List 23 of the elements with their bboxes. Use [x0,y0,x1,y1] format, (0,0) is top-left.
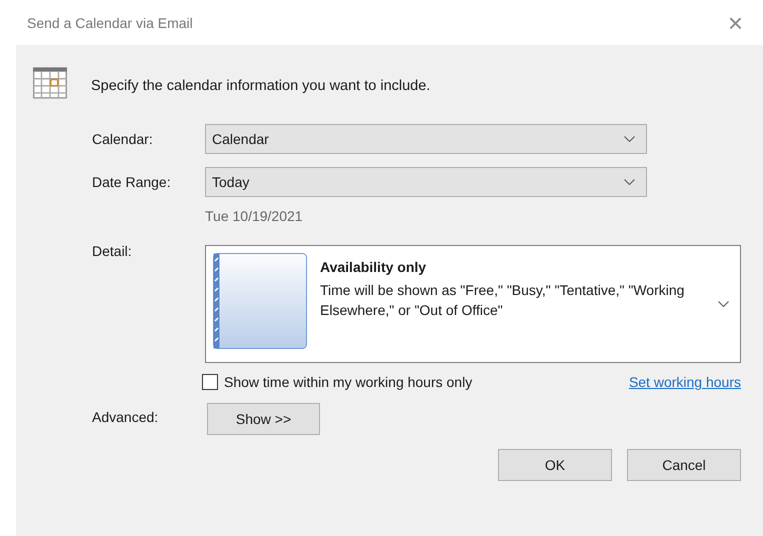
field-label: Detail: [92,243,133,259]
chevron-down-icon [624,179,635,185]
detail-title: Availability only [320,259,428,275]
close-button[interactable]: × [722,10,749,36]
cancel-button[interactable]: Cancel [627,449,741,481]
field-label: Advanced: [92,409,160,425]
window-title: Send a Calendar via Email [27,14,193,30]
dropdown-field[interactable]: Today [205,167,647,197]
set-working-hours-link[interactable]: Set working hours [628,374,741,390]
field-label: Date Range: [92,174,172,190]
detail-dropdown[interactable]: Availability only Time will be shown as "Free," "Busy," "Tentative," "Working Elsewhere," or "Out of Office" [205,245,741,363]
dropdown-field[interactable]: Calendar [205,124,647,154]
date-text: Tue 10/19/2021 [205,208,304,224]
chevron-down-icon [718,301,729,307]
detail-description: Time will be shown as "Free," "Busy," "Tentative," "Working Elsewhere," or "Out of Office" [320,281,686,320]
show-advanced-button[interactable]: Show >> [207,403,320,435]
field-label: Calendar: [92,131,154,147]
calendar-icon [33,67,67,99]
ok-button[interactable]: OK [498,449,612,481]
working-hours-checkbox[interactable]: Show time within my working hours only [202,374,472,390]
chevron-down-icon [624,136,635,142]
page-preview-icon [213,253,307,349]
instruction-text: Specify the calendar information you want to include. [91,78,430,94]
